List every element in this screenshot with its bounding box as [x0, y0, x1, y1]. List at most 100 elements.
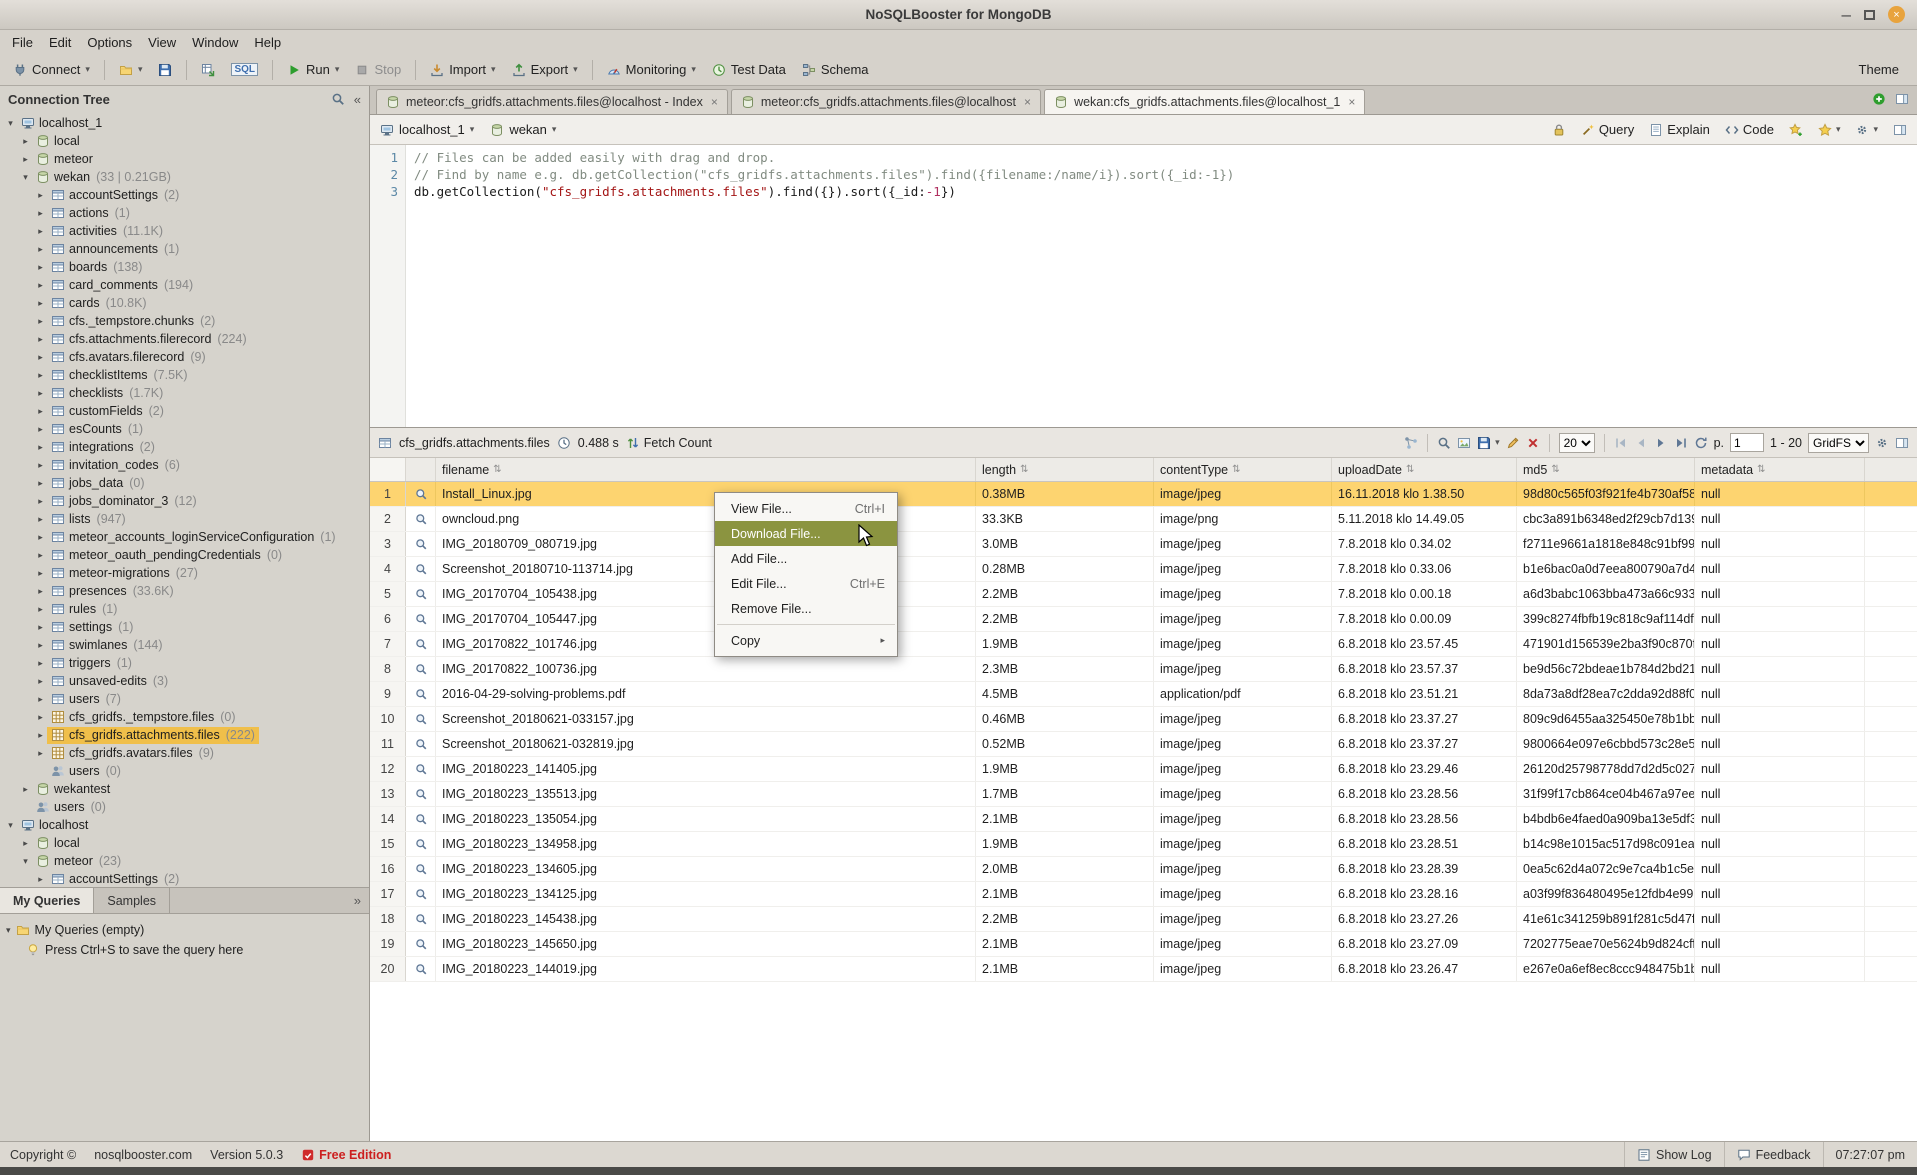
run-button[interactable]: Run ▾ [280, 58, 346, 81]
cell-length[interactable]: 2.2MB [976, 607, 1154, 631]
export-results-button[interactable]: ▾ [1477, 436, 1500, 450]
chevron-right-icon[interactable]: ▸ [34, 568, 47, 579]
table-row[interactable]: 17IMG_20180223_134125.jpg2.1MBimage/jpeg… [370, 882, 1917, 907]
column-header-filename[interactable]: filename⇅ [436, 458, 976, 481]
tree-item-announcements[interactable]: ▸announcements(1) [0, 240, 369, 258]
chevron-right-icon[interactable]: ▸ [34, 496, 47, 507]
table-row[interactable]: 8IMG_20170822_100736.jpg2.3MBimage/jpeg6… [370, 657, 1917, 682]
tree-item-local[interactable]: ▸local [0, 834, 369, 852]
tree-item-rules[interactable]: ▸rules(1) [0, 600, 369, 618]
cell-metadata[interactable]: null [1695, 657, 1865, 681]
chevron-right-icon[interactable]: ▸ [34, 244, 47, 255]
cell-contentType[interactable]: image/jpeg [1154, 832, 1332, 856]
tree-item-cfs_gridfs.avatars.files[interactable]: ▸cfs_gridfs.avatars.files(9) [0, 744, 369, 762]
chevron-right-icon[interactable]: ▸ [34, 442, 47, 453]
chevron-right-icon[interactable]: ▸ [34, 352, 47, 363]
cell-view-document[interactable] [406, 507, 436, 531]
cell-metadata[interactable]: null [1695, 732, 1865, 756]
cell-length[interactable]: 0.52MB [976, 732, 1154, 756]
cell-md5[interactable]: 809c9d6455aa325450e78b1bb2 [1517, 707, 1695, 731]
view-mode-select[interactable]: GridFS [1808, 433, 1869, 453]
tree-item-wekan[interactable]: ▾wekan(33 | 0.21GB) [0, 168, 369, 186]
chevron-right-icon[interactable]: ▸ [34, 586, 47, 597]
cell-contentType[interactable]: image/jpeg [1154, 807, 1332, 831]
free-edition-badge[interactable]: Free Edition [301, 1148, 391, 1162]
cell-view-document[interactable] [406, 807, 436, 831]
results-layout-icon[interactable] [1895, 436, 1909, 450]
chevron-right-icon[interactable]: ▸ [19, 784, 32, 795]
cell-filename[interactable]: IMG_20180223_135054.jpg [436, 807, 976, 831]
cell-length[interactable]: 1.7MB [976, 782, 1154, 806]
chevron-more-icon[interactable]: » [346, 893, 369, 908]
column-header-length[interactable]: length⇅ [976, 458, 1154, 481]
new-tab-icon[interactable] [1872, 92, 1886, 106]
cell-metadata[interactable]: null [1695, 707, 1865, 731]
save-button[interactable] [151, 59, 179, 81]
tree-item-users[interactable]: users(0) [0, 762, 369, 780]
tree-item-swimlanes[interactable]: ▸swimlanes(144) [0, 636, 369, 654]
cell-md5[interactable]: be9d56c72bdeae1b784d2bd2155 [1517, 657, 1695, 681]
code-button[interactable]: Code [1725, 122, 1774, 137]
cell-uploadDate[interactable]: 7.8.2018 klo 0.34.02 [1332, 532, 1517, 556]
tree-item-card_comments[interactable]: ▸card_comments(194) [0, 276, 369, 294]
cell-metadata[interactable]: null [1695, 882, 1865, 906]
cell-metadata[interactable]: null [1695, 632, 1865, 656]
page-size-select[interactable]: 20 [1559, 433, 1595, 453]
tree-item-meteor_accounts_loginServiceConfiguration[interactable]: ▸meteor_accounts_loginServiceConfigurati… [0, 528, 369, 546]
cell-view-document[interactable] [406, 832, 436, 856]
favorites-button[interactable]: ▾ [1818, 123, 1841, 137]
tree-item-cfs_gridfs._tempstore.files[interactable]: ▸cfs_gridfs._tempstore.files(0) [0, 708, 369, 726]
table-row[interactable]: 14IMG_20180223_135054.jpg2.1MBimage/jpeg… [370, 807, 1917, 832]
cell-length[interactable]: 1.9MB [976, 632, 1154, 656]
cell-md5[interactable]: b1e6bac0a0d7eea800790a7d474 [1517, 557, 1695, 581]
cell-metadata[interactable]: null [1695, 557, 1865, 581]
chevron-right-icon[interactable]: ▸ [34, 280, 47, 291]
cell-length[interactable]: 3.0MB [976, 532, 1154, 556]
chevron-right-icon[interactable]: ▸ [34, 532, 47, 543]
chevron-right-icon[interactable]: ▸ [34, 370, 47, 381]
tree-item-esCounts[interactable]: ▸esCounts(1) [0, 420, 369, 438]
cell-filename[interactable]: IMG_20180223_144019.jpg [436, 957, 976, 981]
cell-length[interactable]: 2.1MB [976, 957, 1154, 981]
tree-item-cfs_gridfs.attachments.files[interactable]: ▸cfs_gridfs.attachments.files(222) [0, 726, 369, 744]
chevron-right-icon[interactable]: ▸ [34, 694, 47, 705]
chevron-right-icon[interactable]: ▸ [34, 622, 47, 633]
tree-item-cards[interactable]: ▸cards(10.8K) [0, 294, 369, 312]
table-row[interactable]: 20IMG_20180223_144019.jpg2.1MBimage/jpeg… [370, 957, 1917, 982]
chevron-right-icon[interactable]: ▸ [34, 406, 47, 417]
layout-icon[interactable] [1895, 92, 1909, 106]
tree-item-users[interactable]: users(0) [0, 798, 369, 816]
cell-metadata[interactable]: null [1695, 907, 1865, 931]
cell-md5[interactable]: 98d80c565f03f921fe4b730af58f85 [1517, 482, 1695, 506]
cell-length[interactable]: 0.46MB [976, 707, 1154, 731]
test-data-button[interactable]: Test Data [705, 58, 793, 81]
cell-metadata[interactable]: null [1695, 532, 1865, 556]
table-row[interactable]: 5IMG_20170704_105438.jpg2.2MBimage/jpeg7… [370, 582, 1917, 607]
pagination-next-button[interactable] [1654, 436, 1668, 450]
chevron-right-icon[interactable]: ▸ [34, 478, 47, 489]
table-row[interactable]: 4Screenshot_20180710-113714.jpg0.28MBima… [370, 557, 1917, 582]
cell-metadata[interactable]: null [1695, 582, 1865, 606]
cell-contentType[interactable]: image/jpeg [1154, 607, 1332, 631]
tree-item-localhost_1[interactable]: ▾localhost_1 [0, 114, 369, 132]
pagination-first-button[interactable] [1614, 436, 1628, 450]
sql-button[interactable]: SQL [224, 59, 265, 80]
cell-view-document[interactable] [406, 782, 436, 806]
menu-file[interactable]: File [4, 32, 41, 53]
menu-item-add-file[interactable]: Add File... [715, 546, 897, 571]
export-button[interactable]: Export ▾ [505, 58, 585, 81]
cell-contentType[interactable]: image/jpeg [1154, 632, 1332, 656]
tab-1[interactable]: meteor:cfs_gridfs.attachments.files@loca… [376, 89, 728, 114]
cell-length[interactable]: 33.3KB [976, 507, 1154, 531]
cell-md5[interactable]: 471901d156539e2ba3f90c870f8 [1517, 632, 1695, 656]
import-button[interactable]: Import ▾ [423, 58, 502, 81]
search-icon[interactable] [331, 92, 345, 106]
close-button[interactable]: × [1888, 6, 1905, 23]
cell-filename[interactable]: IMG_20180223_134125.jpg [436, 882, 976, 906]
table-row[interactable]: 10Screenshot_20180621-033157.jpg0.46MBim… [370, 707, 1917, 732]
tree-item-presences[interactable]: ▸presences(33.6K) [0, 582, 369, 600]
column-header-uploadDate[interactable]: uploadDate⇅ [1332, 458, 1517, 481]
cell-md5[interactable]: 31f99f17cb864ce04b467a97ee8 [1517, 782, 1695, 806]
theme-button[interactable]: Theme [1847, 62, 1911, 77]
cell-contentType[interactable]: image/jpeg [1154, 657, 1332, 681]
